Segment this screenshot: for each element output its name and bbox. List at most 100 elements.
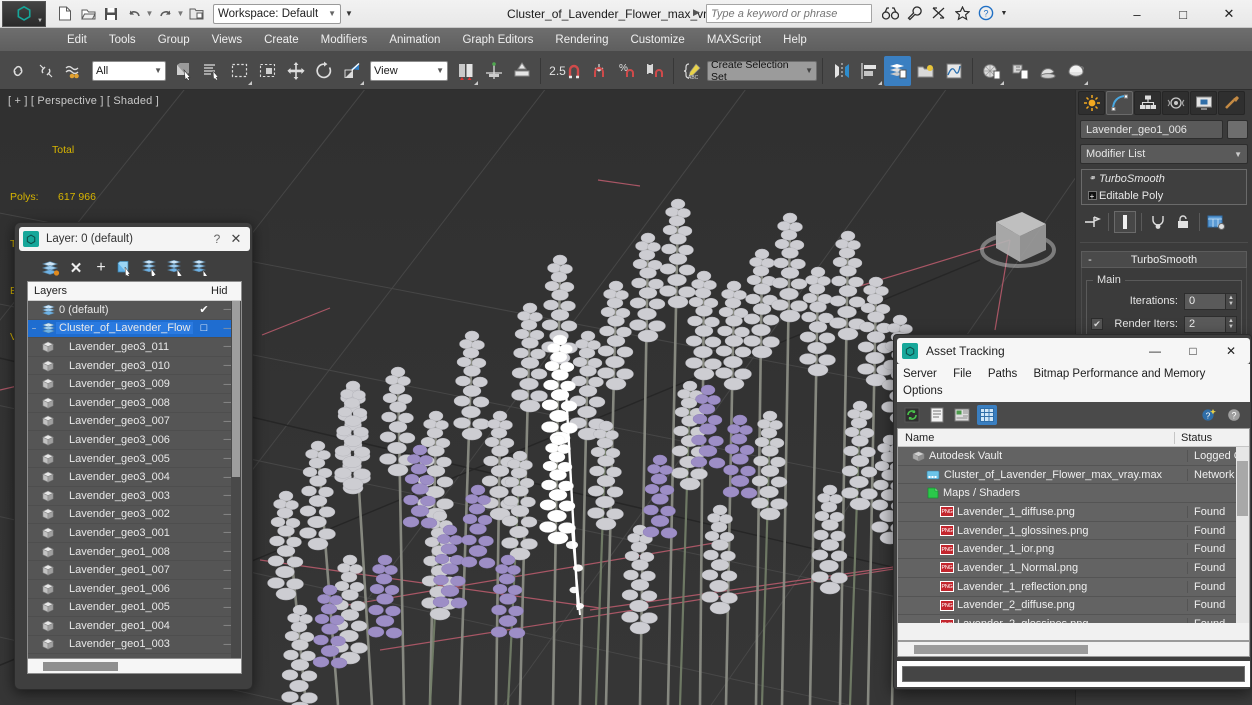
menu-item-bitmap-performance[interactable]: Bitmap Performance and Memory bbox=[1033, 366, 1205, 383]
layer-list-scrollbar[interactable] bbox=[231, 301, 241, 658]
asset-grid[interactable]: Name Status Autodesk Vault Logged O Cluste… bbox=[897, 428, 1250, 641]
percent-snap-toggle-icon[interactable]: % bbox=[613, 56, 640, 86]
maximize-button[interactable]: □ bbox=[1160, 0, 1206, 28]
workspace-selector[interactable]: Workspace: Default ▼ bbox=[213, 3, 341, 24]
object-color-swatch[interactable] bbox=[1227, 120, 1248, 139]
layer-row[interactable]: Lavender_geo3_010— bbox=[28, 357, 241, 376]
asset-row[interactable]: PNG Lavender_1_diffuse.png Found bbox=[898, 503, 1249, 522]
layer-list-hscroll-thumb[interactable] bbox=[43, 662, 118, 671]
save-file-icon[interactable] bbox=[100, 3, 122, 25]
window-crossing-toggle-icon[interactable] bbox=[254, 56, 281, 86]
app-logo-button[interactable]: ⬡ ▼ bbox=[2, 0, 46, 27]
layer-row[interactable]: Lavender_geo3_009— bbox=[28, 375, 241, 394]
asset-row[interactable]: Cluster_of_Lavender_Flower_max_vray.max N… bbox=[898, 466, 1249, 485]
motion-tab[interactable] bbox=[1162, 91, 1189, 115]
iterations-input[interactable]: 0 bbox=[1184, 292, 1226, 310]
layer-row-checkbox[interactable]: ✔ bbox=[193, 303, 215, 316]
layer-row[interactable]: Lavender_geo3_008— bbox=[28, 394, 241, 413]
menu-item-customize[interactable]: Customize bbox=[619, 28, 695, 52]
wrench-icon[interactable] bbox=[904, 3, 924, 23]
asset-row[interactable]: PNG Lavender_1_reflection.png Found bbox=[898, 578, 1249, 597]
light-bulb-icon[interactable]: ⚭ bbox=[1085, 173, 1099, 184]
render-iters-spinner[interactable]: ▲ ▼ bbox=[1226, 315, 1237, 333]
named-selection-set-combo[interactable]: Create Selection Set ▼ bbox=[707, 59, 817, 83]
layer-row[interactable]: Lavender_geo3_007— bbox=[28, 413, 241, 432]
layer-row[interactable]: Lavender_geo3_001— bbox=[28, 524, 241, 543]
undo-dropdown-icon[interactable]: ▼ bbox=[146, 3, 154, 25]
asset-column-status[interactable]: Status bbox=[1174, 431, 1236, 444]
help-icon[interactable]: ? bbox=[1224, 405, 1244, 425]
help-new-features-icon[interactable]: ? bbox=[1199, 405, 1219, 425]
select-and-move-icon[interactable] bbox=[282, 56, 309, 86]
expander-icon[interactable]: − bbox=[28, 324, 40, 333]
asset-row[interactable]: Maps / Shaders bbox=[898, 484, 1249, 504]
layer-row[interactable]: Lavender_geo3_005— bbox=[28, 450, 241, 469]
close-button[interactable]: ✕ bbox=[1212, 338, 1250, 364]
render-iters-input[interactable]: 2 bbox=[1184, 315, 1226, 333]
maximize-button[interactable]: □ bbox=[1174, 338, 1212, 364]
reference-coordinate-combo[interactable]: View ▼ bbox=[370, 60, 448, 81]
layer-rows-container[interactable]: 0 (default) ✔ — − Cluster_of_Lavender_Flow □ —… bbox=[28, 301, 241, 658]
layer-dialog-title-bar[interactable]: ⬡ Layer: 0 (default) ? ✕ bbox=[19, 227, 250, 251]
layer-row[interactable]: Lavender_geo1_006— bbox=[28, 580, 241, 599]
menu-item-maxscript[interactable]: MAXScript bbox=[696, 28, 772, 52]
asset-row[interactable]: PNGLavender_2_glossines.pngFound bbox=[898, 615, 1249, 623]
show-end-result-icon[interactable] bbox=[1114, 211, 1136, 233]
asset-grid-scroll-thumb[interactable] bbox=[1237, 461, 1248, 516]
minimize-button[interactable]: — bbox=[1136, 338, 1174, 364]
expand-icon[interactable]: + bbox=[1085, 191, 1099, 201]
toggle-scene-explorer-icon[interactable] bbox=[884, 55, 911, 86]
snaps-toggle-icon[interactable] bbox=[585, 56, 612, 86]
modifier-stack[interactable]: ⚭ TurboSmooth + Editable Poly bbox=[1081, 169, 1247, 205]
layer-row[interactable]: Lavender_geo1_007— bbox=[28, 561, 241, 580]
layer-row[interactable]: Lavender_geo1_004— bbox=[28, 617, 241, 636]
select-and-scale-icon[interactable] bbox=[338, 56, 365, 86]
layer-row[interactable]: Lavender_geo3_002— bbox=[28, 506, 241, 525]
menu-item-group[interactable]: Group bbox=[147, 28, 201, 52]
configure-modifier-sets-icon[interactable] bbox=[1205, 211, 1227, 233]
layer-row[interactable]: − Cluster_of_Lavender_Flow □ — bbox=[28, 319, 241, 339]
spinner-snap-toggle-icon[interactable] bbox=[641, 56, 668, 86]
layer-row[interactable]: Lavender_geo1_003— bbox=[28, 636, 241, 655]
remove-modifier-icon[interactable] bbox=[1172, 211, 1194, 233]
use-pivot-point-center-icon[interactable] bbox=[452, 56, 479, 86]
set-project-folder-icon[interactable] bbox=[185, 3, 207, 25]
collapse-icon[interactable]: - bbox=[1082, 254, 1098, 266]
select-and-link-icon[interactable] bbox=[4, 56, 31, 86]
menu-item-help[interactable]: Help bbox=[772, 28, 818, 52]
asset-tracking-title-bar[interactable]: ⬡ Asset Tracking — □ ✕ bbox=[897, 338, 1250, 364]
menu-item-animation[interactable]: Animation bbox=[378, 28, 451, 52]
layer-row[interactable]: Lavender_geo1_008— bbox=[28, 543, 241, 562]
hierarchy-tab[interactable] bbox=[1134, 91, 1161, 115]
modifier-stack-item-turbosmooth[interactable]: ⚭ TurboSmooth bbox=[1082, 170, 1246, 187]
select-and-rotate-icon[interactable] bbox=[310, 56, 337, 86]
help-button[interactable]: ? bbox=[208, 232, 226, 246]
menu-item-server[interactable]: Server bbox=[903, 366, 937, 383]
mirror-icon[interactable] bbox=[828, 56, 855, 86]
asset-row[interactable]: Autodesk Vault Logged O bbox=[898, 447, 1249, 466]
asset-tracking-dialog[interactable]: ⬡ Asset Tracking — □ ✕ Server File Paths… bbox=[893, 334, 1252, 690]
new-file-icon[interactable] bbox=[54, 3, 76, 25]
render-setup-icon[interactable] bbox=[1006, 56, 1033, 86]
menu-item-options[interactable]: Options bbox=[903, 383, 943, 400]
detail-view-icon[interactable] bbox=[952, 405, 972, 425]
help-circle-icon[interactable]: ? bbox=[976, 3, 996, 23]
minimize-button[interactable]: – bbox=[1114, 0, 1160, 28]
select-object-icon[interactable] bbox=[170, 56, 197, 86]
layer-dialog[interactable]: ⬡ Layer: 0 (default) ? ✕ ✕ + Layers Hid … bbox=[14, 222, 253, 690]
layer-row[interactable]: 0 (default) ✔ — bbox=[28, 301, 241, 320]
layer-list-scroll-thumb[interactable] bbox=[232, 301, 240, 477]
search-input[interactable] bbox=[711, 7, 867, 20]
select-by-name-icon[interactable] bbox=[198, 56, 225, 86]
layer-row[interactable]: Lavender_geo3_004— bbox=[28, 468, 241, 487]
layer-row[interactable]: Lavender_geo3_003— bbox=[28, 487, 241, 506]
asset-rows-container[interactable]: Autodesk Vault Logged O Cluster_of_Lavende… bbox=[898, 447, 1249, 623]
create-new-layer-icon[interactable] bbox=[41, 258, 61, 278]
utilities-tab[interactable] bbox=[1218, 91, 1245, 115]
render-production-icon[interactable] bbox=[1062, 56, 1089, 86]
pin-stack-icon[interactable] bbox=[1081, 211, 1103, 233]
object-name-field[interactable]: Lavender_geo1_006 bbox=[1080, 120, 1223, 139]
asset-grid-scrollbar[interactable] bbox=[1236, 447, 1249, 623]
layer-row[interactable]: Lavender_geo3_011— bbox=[28, 338, 241, 357]
asset-grid-horizontal-scrollbar[interactable] bbox=[897, 641, 1250, 657]
